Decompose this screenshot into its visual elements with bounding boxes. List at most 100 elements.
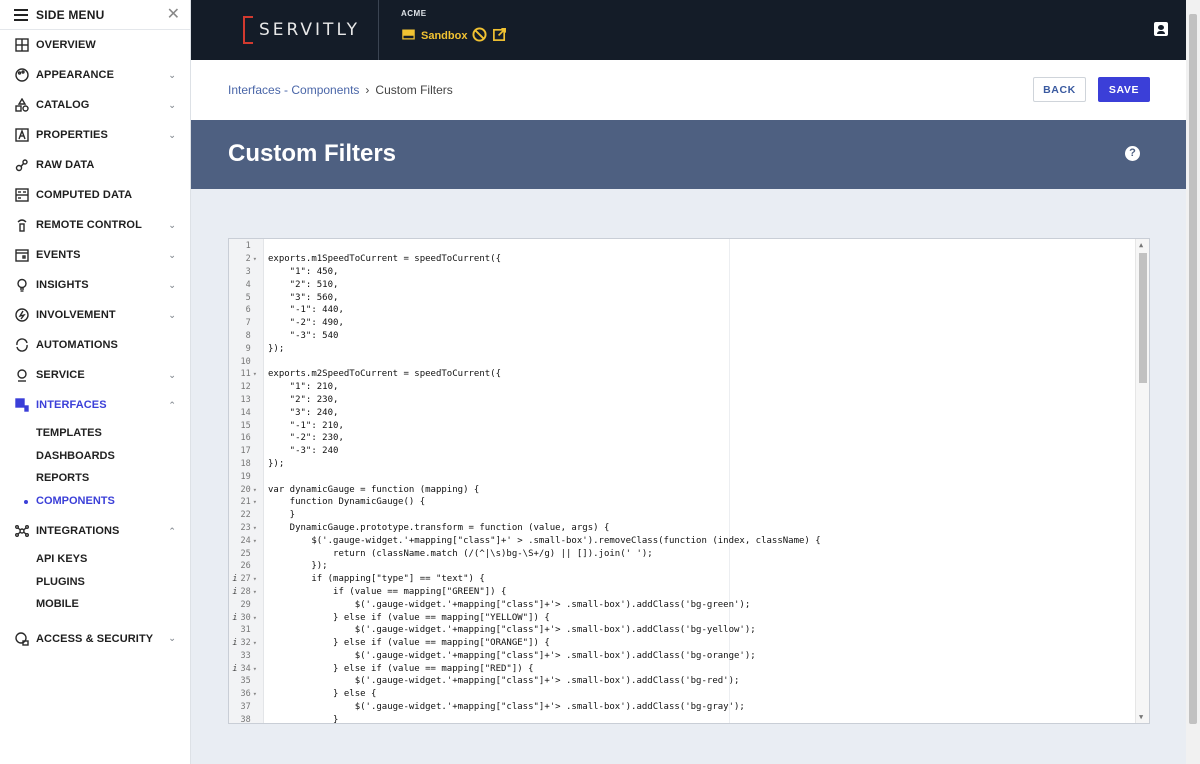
code-line[interactable]: 10▾ [241, 355, 1135, 368]
logo[interactable]: SERVITLY [243, 15, 360, 45]
code-line[interactable]: 5▾ "3": 560, [246, 291, 1135, 304]
code-line[interactable]: i 30 ▾ } else if (value == mapping["YELLOW… [232, 611, 1135, 624]
code-line[interactable]: 26▾ }); [241, 560, 1135, 573]
sidebar-item-insights[interactable]: INSIGHTS ⌄ [0, 270, 190, 300]
breadcrumb-parent-link[interactable]: Interfaces - Components [228, 83, 359, 97]
code-line[interactable]: 29▾ $('.gauge-widget.'+mapping["class"]+… [241, 598, 1135, 611]
code-line[interactable]: i 27 ▾ if (mapping["type"] == "text") { [232, 573, 1135, 586]
code-line[interactable]: 2 ▾ exports.m1SpeedToCurrent = speedToCurr… [246, 253, 1135, 266]
code-line[interactable]: 4▾ "2": 510, [246, 278, 1135, 291]
info-icon[interactable]: i [232, 574, 237, 584]
sidebar-subitem-plugins[interactable]: PLUGINS [0, 571, 190, 594]
fold-arrow-icon[interactable]: ▾ [253, 498, 257, 506]
fold-arrow-icon[interactable]: ▾ [253, 255, 257, 263]
code-line[interactable]: 7▾ "-2": 490, [246, 317, 1135, 330]
editor-scrollbar[interactable]: ▲ ▼ [1135, 239, 1149, 723]
code-line[interactable]: 9▾}); [246, 342, 1135, 355]
sidebar-item-properties[interactable]: PROPERTIES ⌄ [0, 120, 190, 150]
sidebar-item-service[interactable]: SERVICE ⌄ [0, 360, 190, 390]
code-line[interactable]: 12▾ "1": 210, [241, 381, 1135, 394]
sidebar-item-overview[interactable]: OVERVIEW [0, 30, 190, 60]
code-line[interactable]: 33▾ $('.gauge-widget.'+mapping["class"]+… [241, 650, 1135, 663]
sidebar-item-computed-data[interactable]: COMPUTED DATA [0, 180, 190, 210]
fold-arrow-icon[interactable]: ▾ [253, 639, 257, 647]
code-line[interactable]: 14▾ "3": 240, [241, 406, 1135, 419]
code-line[interactable]: 1▾ [246, 240, 1135, 253]
code-line[interactable]: 38▾ } [241, 713, 1135, 723]
code-line[interactable]: 16▾ "-2": 230, [241, 432, 1135, 445]
fold-arrow-icon[interactable]: ▾ [253, 486, 257, 494]
back-button[interactable]: BACK [1033, 77, 1086, 102]
external-link-icon[interactable] [492, 27, 507, 45]
code-line[interactable]: 35▾ $('.gauge-widget.'+mapping["class"]+… [241, 675, 1135, 688]
code-line[interactable]: i 28 ▾ if (value == mapping["GREEN"]) { [232, 586, 1135, 599]
fold-arrow-icon[interactable]: ▾ [253, 690, 257, 698]
code-line[interactable]: i 34 ▾ } else if (value == mapping["RED"])… [232, 662, 1135, 675]
line-number-text: 12 [240, 382, 251, 393]
info-icon[interactable]: i [232, 613, 237, 623]
page-scrollbar[interactable] [1186, 0, 1200, 764]
sidebar-subitem-mobile[interactable]: MOBILE [0, 593, 190, 616]
fold-arrow-icon[interactable]: ▾ [253, 537, 257, 545]
code-line[interactable]: 22▾ } [241, 509, 1135, 522]
fold-arrow-icon[interactable]: ▾ [253, 665, 257, 673]
environment-selector[interactable]: Sandbox [401, 27, 507, 45]
sidebar-subitem-templates[interactable]: TEMPLATES [0, 422, 190, 445]
code-line[interactable]: 37▾ $('.gauge-widget.'+mapping["class"]+… [241, 701, 1135, 714]
sidebar-item-remote-control[interactable]: REMOTE CONTROL ⌄ [0, 210, 190, 240]
nav-list-2: INTEGRATIONS ⌃ [0, 516, 190, 546]
sidebar-item-involvement[interactable]: INVOLVEMENT ⌄ [0, 300, 190, 330]
code-line[interactable]: 36 ▾ } else { [241, 688, 1135, 701]
code-line[interactable]: 19▾ [241, 470, 1135, 483]
code-line[interactable]: i 32 ▾ } else if (value == mapping["ORANGE… [232, 637, 1135, 650]
sidebar-item-automations[interactable]: AUTOMATIONS [0, 330, 190, 360]
code-line[interactable]: 20 ▾ var dynamicGauge = function (mapping)… [241, 483, 1135, 496]
code-line[interactable]: 13▾ "2": 230, [241, 394, 1135, 407]
code-line[interactable]: 6▾ "-1": 440, [246, 304, 1135, 317]
close-icon[interactable]: ✕ [167, 6, 180, 23]
sidebar-subitem-dashboards[interactable]: DASHBOARDS [0, 445, 190, 468]
sidebar-subitem-components[interactable]: COMPONENTS [0, 490, 190, 513]
code-line[interactable]: 31▾ $('.gauge-widget.'+mapping["class"]+… [241, 624, 1135, 637]
sidebar-subitem-api-keys[interactable]: API KEYS [0, 548, 190, 571]
fold-arrow-icon[interactable]: ▾ [253, 588, 257, 596]
code-line[interactable]: 11 ▾ exports.m2SpeedToCurrent = speedToCur… [241, 368, 1135, 381]
user-profile-icon[interactable] [1154, 22, 1168, 36]
fold-arrow-icon[interactable]: ▾ [253, 614, 257, 622]
fold-arrow-icon[interactable]: ▾ [253, 524, 257, 532]
sidebar-subitem-reports[interactable]: REPORTS [0, 467, 190, 490]
sidebar-item-access-security[interactable]: ACCESS & SECURITY ⌄ [0, 624, 190, 654]
no-sync-icon[interactable] [472, 27, 487, 45]
sidebar-item-raw-data[interactable]: RAW DATA [0, 150, 190, 180]
scroll-up-icon[interactable]: ▲ [1139, 241, 1143, 249]
info-icon[interactable]: i [232, 664, 237, 674]
help-icon[interactable]: ? [1125, 146, 1140, 161]
scroll-down-icon[interactable]: ▼ [1139, 713, 1143, 721]
fold-arrow-icon[interactable]: ▾ [253, 575, 257, 583]
fold-arrow-icon[interactable]: ▾ [253, 370, 257, 378]
code-line[interactable]: 23 ▾ DynamicGauge.prototype.transform = f… [241, 522, 1135, 535]
code-line[interactable]: 17▾ "-3": 240 [241, 445, 1135, 458]
code-area[interactable]: 1▾2▾exports.m1SpeedToCurrent = speedToCu… [232, 240, 1135, 723]
line-number-text: 11 [240, 369, 251, 380]
sidebar-item-events[interactable]: EVENTS ⌄ [0, 240, 190, 270]
code-line[interactable]: 3▾ "1": 450, [246, 266, 1135, 279]
code-line[interactable]: 8▾ "-3": 540 [246, 330, 1135, 343]
code-line[interactable]: 18▾}); [241, 458, 1135, 471]
info-icon[interactable]: i [232, 587, 237, 597]
calculator-icon [14, 187, 30, 203]
page-scroll-thumb[interactable] [1189, 14, 1197, 724]
code-editor[interactable]: 1▾2▾exports.m1SpeedToCurrent = speedToCu… [228, 238, 1150, 724]
code-line[interactable]: 24 ▾ $('.gauge-widget.'+mapping["class"]+… [241, 534, 1135, 547]
save-button[interactable]: SAVE [1098, 77, 1150, 102]
hamburger-icon[interactable] [14, 8, 28, 21]
info-icon[interactable]: i [232, 638, 237, 648]
sidebar-item-integrations[interactable]: INTEGRATIONS ⌃ [0, 516, 190, 546]
sidebar-item-interfaces[interactable]: INTERFACES ⌃ [0, 390, 190, 420]
code-line[interactable]: 15▾ "-1": 210, [241, 419, 1135, 432]
sidebar-item-catalog[interactable]: CATALOG ⌄ [0, 90, 190, 120]
code-line[interactable]: 21 ▾ function DynamicGauge() { [241, 496, 1135, 509]
sidebar-item-appearance[interactable]: APPEARANCE ⌄ [0, 60, 190, 90]
editor-scroll-thumb[interactable] [1139, 253, 1147, 383]
code-line[interactable]: 25▾ return (className.match (/(^|\s)bg-\… [241, 547, 1135, 560]
